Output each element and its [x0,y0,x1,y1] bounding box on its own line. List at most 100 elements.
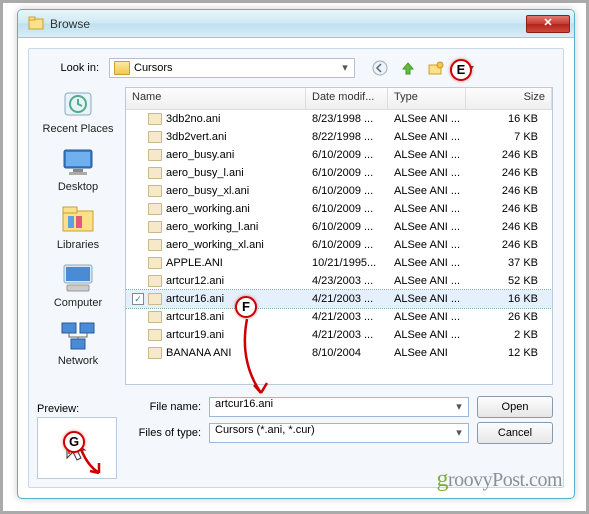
file-row[interactable]: artcur19.ani4/21/2003 ...ALSee ANI ...2 … [126,326,552,344]
file-date: 8/23/1998 ... [306,113,388,125]
file-type: ALSee ANI ... [388,293,466,305]
file-size: 7 KB [466,131,552,143]
file-icon [148,239,162,251]
file-date: 6/10/2009 ... [306,203,388,215]
file-row[interactable]: 3db2vert.ani 8/22/1998 ...ALSee ANI ...7 … [126,128,552,146]
checkbox-icon[interactable]: ✓ [132,293,144,305]
file-size: 246 KB [466,221,552,233]
file-row[interactable]: APPLE.ANI10/21/1995...ALSee ANI ...37 KB [126,254,552,272]
file-type: ALSee ANI ... [388,167,466,179]
file-row[interactable]: aero_working_l.ani6/10/2009 ...ALSee ANI… [126,218,552,236]
watermark: groovyPost.com [436,466,562,493]
file-icon [148,329,162,341]
file-size: 26 KB [466,311,552,323]
cancel-button[interactable]: Cancel [477,422,553,444]
file-date: 8/10/2004 [306,347,388,359]
column-headers[interactable]: Name Date modif... Type Size [126,88,552,110]
places-bar: Recent Places Desktop Libraries Computer… [37,87,119,347]
file-name: aero_busy_xl.ani [166,185,249,197]
browse-dialog: Browse ✕ Look in: Cursors ▾ Recent Place… [17,9,575,499]
file-row[interactable]: aero_busy.ani 6/10/2009 ...ALSee ANI ...2… [126,146,552,164]
file-size: 52 KB [466,275,552,287]
file-size: 246 KB [466,167,552,179]
file-icon [148,311,162,323]
file-row[interactable]: BANANA ANI8/10/2004ALSee ANI12 KB [126,344,552,362]
file-type: ALSee ANI ... [388,329,466,341]
back-button[interactable] [369,58,391,78]
filename-input[interactable]: artcur16.ani ▾ [209,397,469,417]
file-size: 246 KB [466,185,552,197]
file-type: ALSee ANI ... [388,149,466,161]
col-type[interactable]: Type [388,88,466,109]
callout-f: F [235,296,257,318]
file-row[interactable]: artcur18.ani4/21/2003 ...ALSee ANI ...26… [126,308,552,326]
col-size[interactable]: Size [466,88,552,109]
file-date: 6/10/2009 ... [306,239,388,251]
sidebar-item-computer[interactable]: Computer [37,261,119,309]
file-row[interactable]: ✓ artcur16.ani 4/21/2003 ...ALSee ANI ...1… [126,290,552,308]
file-row[interactable]: 3db2no.ani8/23/1998 ...ALSee ANI ...16 K… [126,110,552,128]
folder-icon [114,61,130,75]
open-button[interactable]: Open [477,396,553,418]
callout-e: E [450,59,472,81]
file-name: aero_working.ani [166,203,250,215]
file-size: 246 KB [466,203,552,215]
file-date: 4/21/2003 ... [306,293,388,305]
file-name: artcur16.ani [166,293,224,305]
file-size: 2 KB [466,329,552,341]
col-date[interactable]: Date modif... [306,88,388,109]
col-name[interactable]: Name [126,88,306,109]
file-date: 4/21/2003 ... [306,329,388,341]
file-size: 16 KB [466,113,552,125]
new-folder-button[interactable] [425,58,447,78]
file-date: 6/10/2009 ... [306,167,388,179]
sidebar-item-recent[interactable]: Recent Places [37,87,119,135]
file-name: aero_busy_l.ani [166,167,244,179]
file-name: artcur12.ani [166,275,224,287]
filename-label: File name: [117,401,201,413]
file-type: ALSee ANI ... [388,275,466,287]
file-name: 3db2vert.ani [166,131,227,143]
file-row[interactable]: aero_working.ani6/10/2009 ...ALSee ANI .… [126,200,552,218]
window-title: Browse [50,17,526,31]
chevron-down-icon: ▾ [338,61,352,75]
file-row[interactable]: aero_working_xl.ani 6/10/2009 ...ALSee AN… [126,236,552,254]
file-date: 6/10/2009 ... [306,149,388,161]
file-size: 16 KB [466,293,552,305]
file-size: 246 KB [466,239,552,251]
up-button[interactable] [397,58,419,78]
file-row[interactable]: aero_busy_xl.ani 6/10/2009 ...ALSee ANI .… [126,182,552,200]
lookin-combo[interactable]: Cursors ▾ [109,58,355,78]
file-type: ALSee ANI ... [388,185,466,197]
file-icon [148,347,162,359]
file-size: 246 KB [466,149,552,161]
file-type: ALSee ANI ... [388,311,466,323]
filetype-combo[interactable]: Cursors (*.ani, *.cur) ▾ [209,423,469,443]
sidebar-item-network[interactable]: Network [37,319,119,367]
file-icon [148,221,162,233]
file-row[interactable]: aero_busy_l.ani 6/10/2009 ...ALSee ANI ..… [126,164,552,182]
file-type: ALSee ANI [388,347,466,359]
file-row[interactable]: artcur12.ani4/23/2003 ...ALSee ANI ...52… [126,272,552,290]
file-icon [148,293,162,305]
titlebar[interactable]: Browse ✕ [18,10,574,38]
sidebar-item-libraries[interactable]: Libraries [37,203,119,251]
file-icon [148,203,162,215]
preview-label: Preview: [37,403,123,415]
file-name: artcur18.ani [166,311,224,323]
chevron-down-icon: ▾ [452,426,466,440]
filetype-label: Files of type: [117,427,201,439]
file-type: ALSee ANI ... [388,239,466,251]
sidebar-item-desktop[interactable]: Desktop [37,145,119,193]
file-icon [148,257,162,269]
file-name: aero_working_xl.ani [166,239,264,251]
file-date: 6/10/2009 ... [306,185,388,197]
file-type: ALSee ANI ... [388,131,466,143]
file-list[interactable]: Name Date modif... Type Size 3db2no.ani8… [125,87,553,385]
file-icon [148,185,162,197]
file-icon [148,113,162,125]
close-button[interactable]: ✕ [526,15,570,33]
chevron-down-icon: ▾ [452,400,466,414]
file-name: aero_busy.ani [166,149,234,161]
file-date: 8/22/1998 ... [306,131,388,143]
